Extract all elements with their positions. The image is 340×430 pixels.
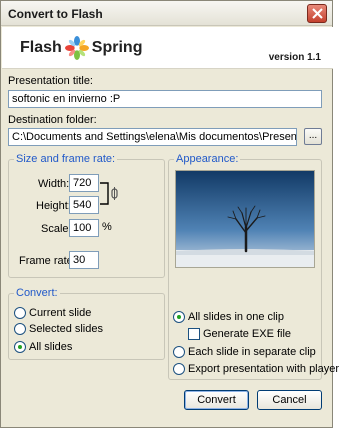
scale-input[interactable]: 100 — [69, 219, 99, 237]
export-with-player-label[interactable]: Export presentation with player — [188, 363, 339, 375]
logo-word-left: Flash — [20, 39, 62, 56]
flashspring-logo: Flash Spring — [20, 35, 142, 61]
aspect-lock-icon[interactable] — [100, 182, 120, 206]
banner: Flash Spring version 1.1 — [2, 27, 333, 69]
convert-to-flash-dialog: Convert to Flash Flash Spring version 1.… — [0, 0, 339, 428]
selected-slides-label[interactable]: Selected slides — [29, 323, 103, 335]
flower-logo-icon — [64, 36, 89, 60]
browse-button[interactable]: ... — [304, 128, 322, 145]
width-input[interactable]: 720 — [69, 174, 99, 192]
height-label: Height: — [36, 200, 71, 212]
close-icon — [312, 8, 323, 19]
presentation-title-input[interactable]: softonic en invierno :P — [8, 90, 322, 108]
generate-exe-checkbox[interactable] — [188, 328, 200, 340]
destination-folder-label: Destination folder: — [8, 114, 97, 126]
title-bar[interactable]: Convert to Flash — [1, 1, 332, 26]
presentation-title-label: Presentation title: — [8, 75, 93, 87]
all-slides-radio[interactable] — [14, 341, 26, 353]
separate-clip-radio[interactable] — [173, 346, 185, 358]
window-title: Convert to Flash — [8, 7, 103, 21]
all-slides-label[interactable]: All slides — [29, 341, 72, 353]
scale-unit: % — [102, 221, 112, 233]
all-slides-one-clip-label[interactable]: All slides in one clip — [188, 311, 284, 323]
selected-slides-radio[interactable] — [14, 323, 26, 335]
width-label: Width: — [38, 178, 70, 190]
current-slide-label[interactable]: Current slide — [29, 307, 91, 319]
frame-rate-label: Frame rate: — [19, 255, 76, 267]
slide-preview-image — [175, 170, 315, 268]
scale-label: Scale: — [41, 223, 72, 235]
logo-word-right: Spring — [91, 39, 143, 56]
height-input[interactable]: 540 — [69, 196, 99, 214]
appearance-group-title: Appearance: — [174, 153, 241, 165]
size-group-title: Size and frame rate: — [14, 153, 118, 165]
convert-group-title: Convert: — [14, 287, 60, 299]
cancel-button[interactable]: Cancel — [257, 390, 322, 410]
export-with-player-radio[interactable] — [173, 363, 185, 375]
current-slide-radio[interactable] — [14, 307, 26, 319]
all-slides-one-clip-radio[interactable] — [173, 311, 185, 323]
winter-tree-preview — [176, 171, 314, 267]
destination-folder-input[interactable]: C:\Documents and Settings\elena\Mis docu… — [8, 128, 297, 146]
generate-exe-label[interactable]: Generate EXE file — [203, 328, 291, 340]
close-button[interactable] — [307, 4, 327, 23]
version-label: version 1.1 — [268, 52, 321, 63]
frame-rate-input[interactable]: 30 — [69, 251, 99, 269]
convert-button[interactable]: Convert — [184, 390, 249, 410]
separate-clip-label[interactable]: Each slide in separate clip — [188, 346, 316, 358]
